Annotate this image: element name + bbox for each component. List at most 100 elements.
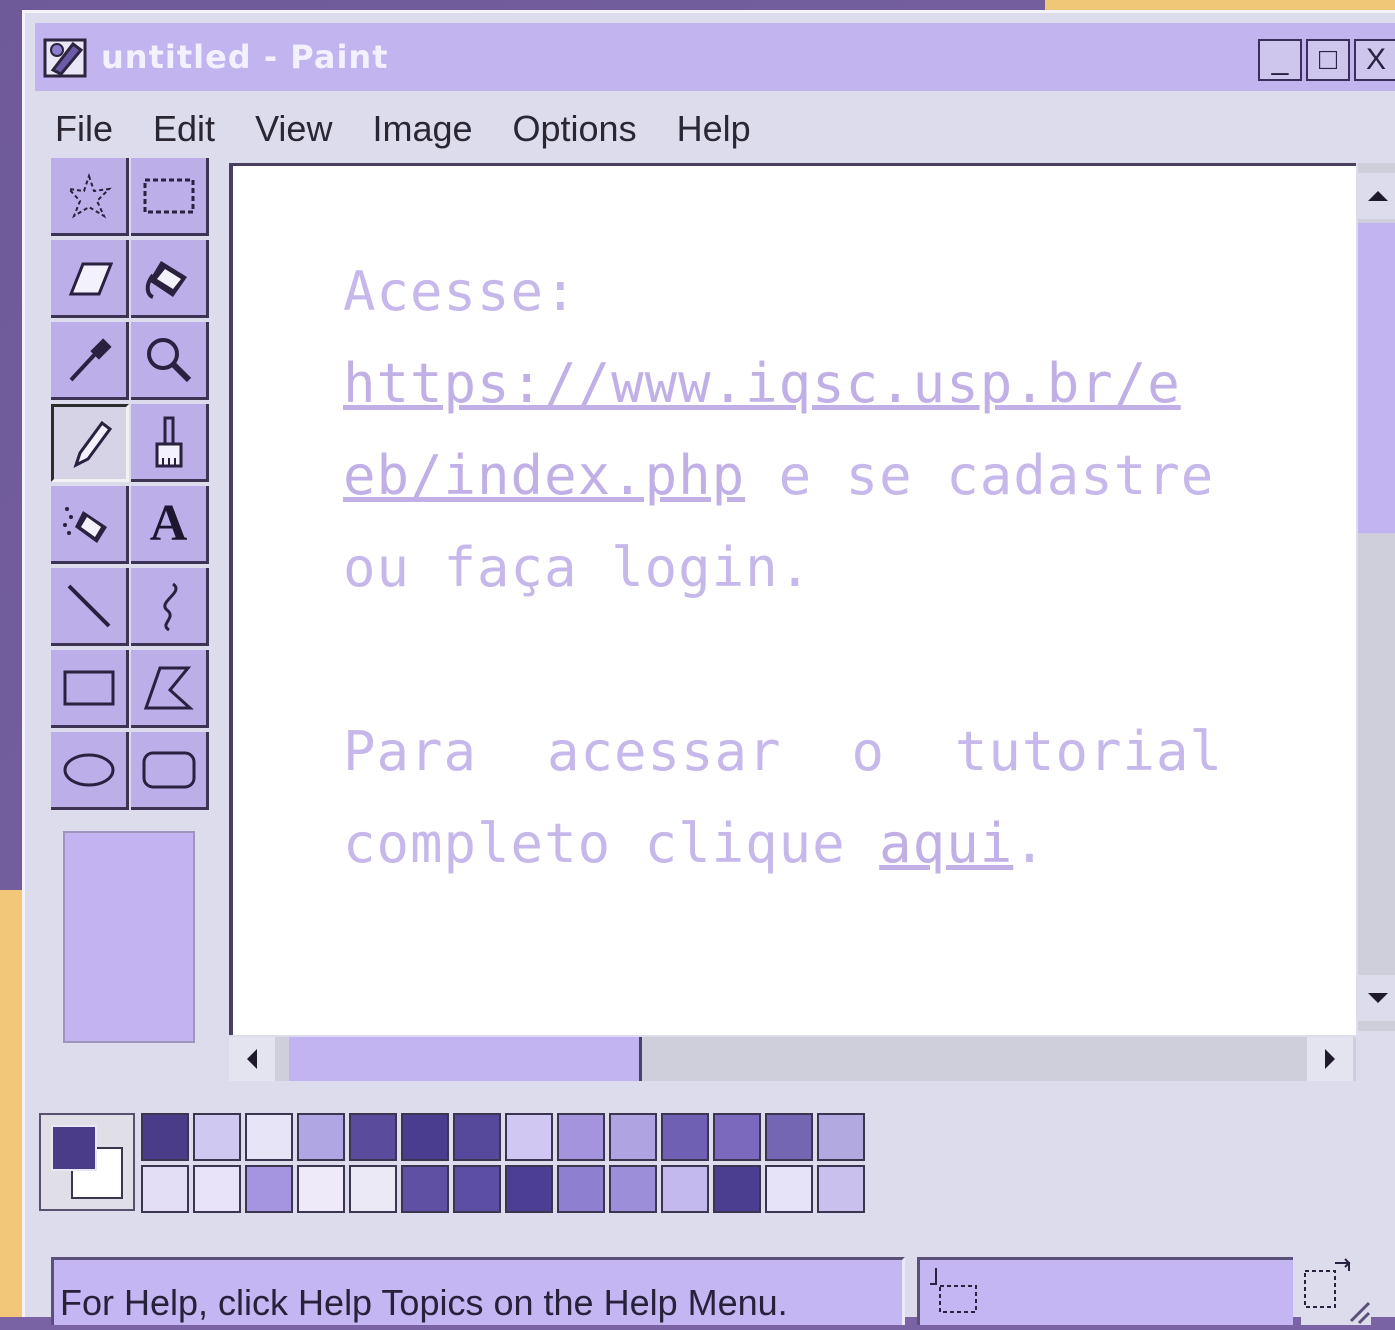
eraser-tool[interactable] (51, 240, 129, 318)
tool-options-panel[interactable] (63, 831, 195, 1043)
menu-view[interactable]: View (255, 108, 332, 150)
current-colors-box[interactable] (39, 1113, 135, 1211)
rectangle-tool[interactable] (51, 650, 129, 728)
free-form-select-icon (65, 172, 112, 219)
color-swatch[interactable] (401, 1165, 449, 1213)
color-swatch[interactable] (713, 1113, 761, 1161)
menu-bar: File Edit View Image Options Help (55, 101, 791, 157)
horizontal-scrollbar[interactable] (229, 1037, 1356, 1081)
airbrush-icon (62, 506, 107, 543)
color-swatch[interactable] (661, 1165, 709, 1213)
canvas-word-o: o (851, 720, 885, 783)
arrow-up-icon (1368, 191, 1388, 201)
color-swatch[interactable] (557, 1165, 605, 1213)
arrow-right-icon (1325, 1049, 1335, 1069)
eraser-icon (68, 262, 113, 295)
magnifier-icon (146, 337, 191, 382)
close-button[interactable]: X (1354, 39, 1395, 81)
rounded-rectangle-icon (142, 751, 195, 788)
canvas-line-acesse: Acesse: (343, 260, 578, 323)
ellipse-tool[interactable] (51, 732, 129, 810)
drawing-canvas[interactable]: Acesse: https://www.iqsc.usp.br/e eb/ind… (229, 163, 1356, 1035)
tutorial-link[interactable]: aqui (879, 812, 1013, 875)
color-swatch[interactable] (141, 1165, 189, 1213)
canvas-line-completo: completo clique (343, 812, 880, 875)
resize-grip-icon (1304, 1258, 1371, 1325)
color-swatch[interactable] (817, 1113, 865, 1161)
vertical-scrollbar[interactable] (1358, 163, 1395, 1031)
rectangle-icon (63, 670, 114, 705)
line-icon (67, 584, 110, 627)
canvas-line-login: ou faça login. (343, 536, 813, 599)
magnifier-tool[interactable] (131, 322, 209, 400)
menu-image[interactable]: Image (372, 108, 472, 150)
canvas-word-acessar: acessar (546, 720, 782, 783)
free-form-select-tool[interactable] (51, 158, 129, 236)
scroll-right-button[interactable] (1307, 1037, 1353, 1081)
title-bar: untitled - Paint _ □ X (35, 23, 1395, 91)
canvas-word-para: Para (343, 720, 478, 783)
color-swatch[interactable] (141, 1113, 189, 1161)
brush-tool[interactable] (131, 404, 209, 482)
menu-file[interactable]: File (55, 108, 113, 150)
foreground-color-swatch[interactable] (51, 1125, 97, 1171)
window-title: untitled - Paint (101, 38, 389, 76)
canvas-period: . (1013, 812, 1047, 875)
fill-tool[interactable] (131, 240, 209, 318)
signup-link[interactable]: https://www.iqsc.usp.br/e (343, 352, 1181, 415)
color-swatch[interactable] (245, 1113, 293, 1161)
status-text: For Help, click Help Topics on the Help … (60, 1282, 788, 1323)
color-swatch[interactable] (349, 1165, 397, 1213)
vertical-scroll-thumb[interactable] (1358, 223, 1395, 533)
maximize-button[interactable]: □ (1306, 39, 1350, 81)
color-swatch[interactable] (765, 1113, 813, 1161)
color-swatch[interactable] (765, 1165, 813, 1213)
minimize-button[interactable]: _ (1258, 39, 1302, 81)
color-swatch[interactable] (609, 1113, 657, 1161)
status-coordinates-panel (917, 1257, 1293, 1325)
color-swatch[interactable] (609, 1165, 657, 1213)
color-swatch[interactable] (297, 1113, 345, 1161)
color-swatch[interactable] (557, 1113, 605, 1161)
color-swatch[interactable] (349, 1113, 397, 1161)
rounded-rectangle-tool[interactable] (131, 732, 209, 810)
text-tool[interactable]: A (131, 486, 209, 564)
color-swatch[interactable] (661, 1113, 709, 1161)
horizontal-scroll-thumb[interactable] (289, 1037, 642, 1081)
status-size-panel (1301, 1257, 1371, 1325)
curve-icon (162, 582, 177, 631)
text-icon: A (149, 495, 188, 552)
pick-color-icon (69, 337, 112, 381)
signup-link-continued[interactable]: eb/index.php (343, 444, 745, 507)
menu-help[interactable]: Help (677, 108, 751, 150)
pick-color-tool[interactable] (51, 322, 129, 400)
canvas-word-tutorial: tutorial (954, 720, 1223, 783)
pencil-icon (73, 420, 113, 468)
polygon-tool[interactable] (131, 650, 209, 728)
arrow-down-icon (1368, 993, 1388, 1003)
menu-options[interactable]: Options (513, 108, 637, 150)
menu-edit[interactable]: Edit (153, 108, 215, 150)
line-tool[interactable] (51, 568, 129, 646)
pencil-tool[interactable] (51, 404, 129, 482)
scroll-up-button[interactable] (1358, 173, 1395, 219)
color-swatch[interactable] (505, 1113, 553, 1161)
select-tool[interactable] (131, 158, 209, 236)
color-swatch[interactable] (193, 1165, 241, 1213)
color-swatch[interactable] (297, 1165, 345, 1213)
airbrush-tool[interactable] (51, 486, 129, 564)
arrow-left-icon (247, 1049, 257, 1069)
polygon-icon (143, 666, 194, 709)
color-swatch[interactable] (401, 1113, 449, 1161)
color-swatch[interactable] (713, 1165, 761, 1213)
scroll-down-button[interactable] (1358, 975, 1395, 1021)
color-swatch[interactable] (453, 1113, 501, 1161)
color-swatch[interactable] (453, 1165, 501, 1213)
color-swatch[interactable] (817, 1165, 865, 1213)
color-swatch[interactable] (245, 1165, 293, 1213)
color-swatch[interactable] (505, 1165, 553, 1213)
curve-tool[interactable] (131, 568, 209, 646)
paint-app-icon (43, 34, 89, 80)
color-swatch[interactable] (193, 1113, 241, 1161)
scroll-left-button[interactable] (229, 1037, 275, 1081)
